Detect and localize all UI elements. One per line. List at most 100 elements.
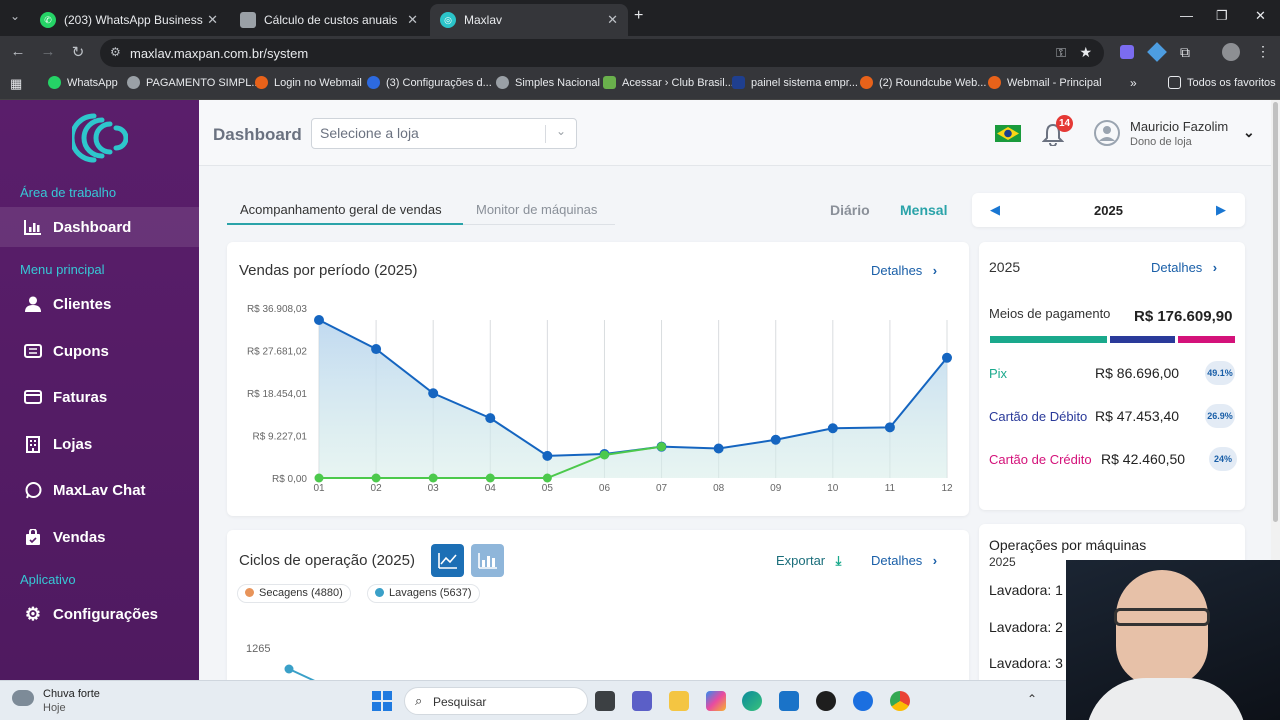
user-role: Dono de loja (1130, 136, 1192, 148)
top-header: Dashboard Selecione a loja ⌄ 14 Mauricio… (199, 100, 1280, 166)
legend-label: Secagens (4880) (259, 587, 343, 599)
extension-icon[interactable] (1120, 45, 1134, 59)
bookmark-item[interactable]: (3) Configurações d... (367, 76, 492, 89)
tab-machine-monitor[interactable]: Monitor de máquinas (463, 193, 615, 225)
copilot-icon[interactable] (706, 691, 726, 711)
chrome-icon[interactable] (890, 691, 910, 711)
weather-icon[interactable] (12, 690, 34, 706)
profile-avatar[interactable] (1222, 43, 1240, 61)
start-button-icon[interactable] (372, 691, 392, 711)
store-select[interactable]: Selecione a loja ⌄ (311, 118, 577, 149)
extension-icon[interactable] (1147, 42, 1167, 62)
puzzle-icon[interactable]: ⧉ (1180, 44, 1190, 61)
system-tray-chevron-icon[interactable]: ⌃ (1027, 692, 1037, 706)
user-menu-chevron-icon[interactable]: ⌄ (1243, 124, 1255, 141)
data-point (770, 434, 781, 445)
close-icon[interactable]: ✕ (607, 12, 618, 28)
bar-chart-toggle-button[interactable] (471, 544, 504, 577)
site-info-icon[interactable]: ⚙ (110, 45, 121, 59)
scrollbar-thumb[interactable] (1273, 102, 1278, 522)
all-bookmarks-folder[interactable]: Todos os favoritos (1168, 76, 1276, 89)
minimize-button[interactable]: — (1180, 8, 1193, 23)
bookmark-item[interactable]: Login no Webmail (255, 76, 362, 89)
payment-pct-badge: 49.1% (1205, 361, 1235, 385)
sidebar-item-lojas[interactable]: Lojas (0, 424, 199, 464)
bookmark-star-icon[interactable]: ★ (1079, 44, 1092, 61)
year-picker: ◀ 2025 ▶ (972, 193, 1245, 227)
password-key-icon[interactable]: ⚿ (1056, 45, 1066, 61)
bookmark-item[interactable]: Simples Nacional (496, 76, 600, 89)
export-button[interactable]: Exportar ⤓ (776, 552, 841, 570)
browser-tab-custos[interactable]: Cálculo de custos anuais ✕ (230, 4, 428, 36)
data-point (884, 422, 895, 433)
app-icon[interactable] (853, 691, 873, 711)
machine-row: Lavadora: 2 (989, 619, 1063, 635)
legend-lavagens[interactable]: Lavagens (5637) (367, 584, 480, 603)
user-name: Mauricio Fazolim (1130, 119, 1229, 134)
file-explorer-icon[interactable] (669, 691, 689, 711)
payment-row-credit: Cartão de Crédito R$ 42.460,50 24% (989, 447, 1237, 476)
sidebar-item-clientes[interactable]: Clientes (0, 284, 199, 324)
browser-tab-maxlav[interactable]: ◎ Maxlav ✕ (430, 4, 628, 36)
menu-icon[interactable]: ⋮ (1256, 43, 1270, 60)
bookmark-item[interactable]: (2) Roundcube Web... (860, 76, 986, 89)
tab-sales-overview[interactable]: Acompanhamento geral de vendas (227, 193, 463, 225)
close-icon[interactable]: ✕ (407, 12, 418, 28)
sidebar: Área de trabalho Dashboard Menu principa… (0, 100, 199, 680)
payments-details-link[interactable]: Detalhes › (1151, 259, 1217, 277)
bookmark-item[interactable]: Webmail - Principal (988, 76, 1102, 89)
weather-subtext: Hoje (43, 702, 66, 714)
reload-icon[interactable]: ↻ (68, 43, 88, 61)
back-icon[interactable]: ← (8, 43, 28, 60)
bookmark-item[interactable]: Acessar › Club Brasil... (603, 76, 734, 89)
edge-icon[interactable] (742, 691, 762, 711)
store-icon[interactable] (779, 691, 799, 711)
panel-icon (732, 76, 745, 89)
legend-secagens[interactable]: Secagens (4880) (237, 584, 351, 603)
sidebar-item-label: Vendas (53, 528, 106, 546)
data-point (371, 344, 382, 355)
apps-grid-icon[interactable]: ▦ (10, 76, 22, 92)
cycles-details-link[interactable]: Detalhes › (871, 552, 937, 570)
task-view-icon[interactable] (595, 691, 615, 711)
bookmark-item[interactable]: WhatsApp (48, 76, 118, 89)
sidebar-item-faturas[interactable]: Faturas (0, 377, 199, 417)
bookmark-item[interactable]: PAGAMENTO SIMPL... (127, 76, 261, 89)
next-year-icon[interactable]: ▶ (1216, 202, 1226, 218)
prev-year-icon[interactable]: ◀ (990, 202, 1000, 218)
x-tick-label: 05 (542, 483, 554, 494)
sidebar-item-maxlav-chat[interactable]: MaxLav Chat (0, 470, 199, 510)
maxlav-favicon-icon: ◎ (440, 12, 456, 28)
brazil-flag-icon[interactable] (995, 125, 1021, 142)
x-tick-label: 09 (770, 483, 782, 494)
sidebar-item-vendas[interactable]: Vendas (0, 517, 199, 557)
line-chart-toggle-button[interactable] (431, 544, 464, 577)
close-icon[interactable]: ✕ (207, 12, 218, 28)
app-icon[interactable] (816, 691, 836, 711)
window-close-button[interactable]: ✕ (1255, 8, 1266, 24)
sidebar-item-configuracoes[interactable]: ⚙ Configurações (0, 594, 199, 634)
year-label: 2025 (1094, 203, 1123, 218)
x-tick-label: 02 (371, 483, 383, 494)
bookmark-item[interactable]: painel sistema empr... (732, 76, 858, 89)
document-favicon-icon (240, 12, 256, 28)
x-tick-label: 12 (941, 483, 953, 494)
sidebar-item-dashboard[interactable]: Dashboard (0, 207, 199, 247)
more-bookmarks-icon[interactable]: » (1130, 76, 1137, 90)
teams-icon[interactable] (632, 691, 652, 711)
sidebar-item-cupons[interactable]: Cupons (0, 331, 199, 371)
tab-search-button[interactable]: ⌄ (10, 9, 20, 23)
weather-text[interactable]: Chuva forte (43, 688, 100, 700)
tab-title: Maxlav (464, 13, 503, 27)
period-daily[interactable]: Diário (830, 202, 870, 218)
avatar[interactable] (1094, 120, 1120, 146)
restore-button[interactable]: ❐ (1216, 8, 1228, 24)
browser-tab-whatsapp[interactable]: ✆ (203) WhatsApp Business ✕ (30, 4, 228, 36)
forward-icon[interactable]: → (38, 43, 58, 60)
new-tab-button[interactable]: + (634, 7, 643, 25)
taskbar-search[interactable]: ⌕ Pesquisar (404, 687, 588, 715)
whatsapp-favicon-icon: ✆ (40, 12, 56, 28)
payment-pct-badge: 24% (1209, 447, 1237, 471)
period-monthly[interactable]: Mensal (900, 202, 947, 218)
address-bar[interactable]: ⚙ maxlav.maxpan.com.br/system ⚿ ★ (100, 39, 1104, 67)
